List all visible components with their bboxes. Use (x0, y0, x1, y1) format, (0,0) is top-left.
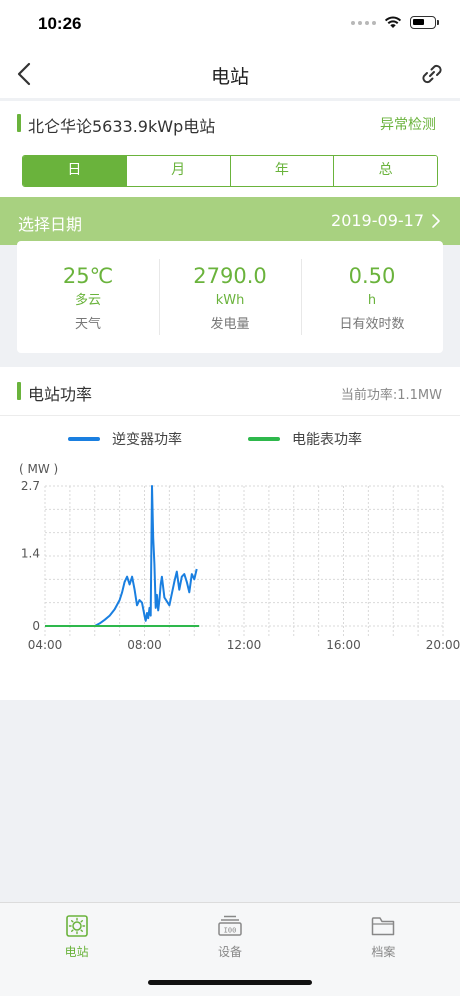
tab-label: 设备 (217, 945, 242, 959)
period-selector: 日 月 年 总 (0, 145, 460, 197)
y-tick-label: 2.7 (21, 479, 40, 493)
stat-label: 日有效时数 (339, 317, 405, 332)
tab-day[interactable]: 日 (23, 156, 126, 186)
device-icon: I00 (218, 915, 242, 936)
chart-grid (44, 485, 444, 636)
station-header: 北仑华论5633.9kWp电站 异常检测 (0, 101, 460, 145)
page-title: 电站 (210, 66, 249, 88)
station-name: 北仑华论5633.9kWp电站 (28, 117, 216, 136)
power-chart[interactable]: ( MW ) 2.7 1.4 0 04:00 08:00 12:00 16:00 20:00 (0, 457, 460, 657)
wifi-icon (384, 16, 402, 28)
stat-effective-hours: 0.50 h 日有效时数 (301, 241, 443, 353)
stat-unit: h (367, 293, 377, 308)
y-tick-label: 0 (32, 619, 40, 633)
tab-label: 档案 (371, 945, 396, 959)
divider (0, 415, 460, 416)
tab-label: 电站 (64, 945, 89, 959)
x-tick-label: 04:00 (28, 638, 63, 652)
folder-icon (372, 917, 395, 936)
home-indicator (148, 980, 312, 985)
link-icon[interactable] (418, 60, 446, 88)
current-power: 当前功率:1.1MW (340, 388, 442, 403)
date-label: 选择日期 (18, 215, 83, 234)
stat-unit: kWh (215, 293, 245, 308)
chevron-right-icon[interactable] (430, 212, 442, 230)
legend-swatch-meter (248, 437, 280, 441)
date-picker-bar[interactable]: 选择日期 2019-09-17 (0, 197, 460, 245)
legend-meter[interactable]: 电能表功率 (248, 429, 362, 449)
section-marker (17, 114, 21, 132)
anomaly-detection-link[interactable]: 异常检测 (380, 114, 436, 134)
cellular-signal-icon (351, 20, 376, 25)
x-axis-ticks: 04:00 08:00 12:00 16:00 20:00 (28, 638, 460, 652)
legend-swatch-inverter (68, 437, 100, 441)
status-time: 10:26 (38, 14, 82, 33)
x-tick-label: 16:00 (326, 638, 361, 652)
stat-unit: 多云 (74, 293, 101, 308)
sun-icon (65, 915, 88, 937)
legend-label: 逆变器功率 (112, 432, 182, 448)
y-axis-ticks: 2.7 1.4 0 (21, 479, 40, 633)
x-tick-label: 20:00 (426, 638, 460, 652)
tab-archive[interactable]: 档案 (307, 903, 460, 996)
x-tick-label: 12:00 (227, 638, 262, 652)
stat-value: 0.50 (348, 264, 396, 288)
tab-total[interactable]: 总 (333, 156, 437, 186)
legend-inverter[interactable]: 逆变器功率 (68, 429, 182, 449)
tab-year[interactable]: 年 (229, 156, 334, 186)
stats-card: 25℃ 多云 天气 2790.0 kWh 发电量 0.50 h 日有效时数 (17, 241, 443, 353)
period-tabs: 日 月 年 总 (22, 155, 438, 187)
status-icons (351, 16, 439, 29)
x-tick-label: 08:00 (127, 638, 162, 652)
stat-generation: 2790.0 kWh 发电量 (159, 241, 301, 353)
battery-icon (410, 16, 439, 29)
stat-label: 发电量 (210, 317, 250, 332)
nav-bar: 电站 (0, 50, 460, 98)
section-marker (17, 382, 21, 400)
selected-date[interactable]: 2019-09-17 (331, 211, 424, 230)
stat-value: 25℃ (62, 264, 114, 288)
y-tick-label: 1.4 (21, 546, 40, 560)
svg-text:I00: I00 (224, 927, 237, 935)
y-axis-unit: ( MW ) (19, 462, 58, 476)
tab-station[interactable]: 电站 (0, 903, 153, 996)
stat-label: 天气 (74, 317, 101, 332)
stat-weather: 25℃ 多云 天气 (17, 241, 159, 353)
stat-value: 2790.0 (193, 264, 267, 288)
power-section: 电站功率 当前功率:1.1MW 逆变器功率 电能表功率 ( MW ) 2.7 1.… (0, 367, 460, 700)
tab-month[interactable]: 月 (125, 156, 230, 186)
status-bar: 10:26 (0, 0, 460, 50)
power-title: 电站功率 (28, 385, 93, 404)
legend-label: 电能表功率 (292, 432, 362, 448)
